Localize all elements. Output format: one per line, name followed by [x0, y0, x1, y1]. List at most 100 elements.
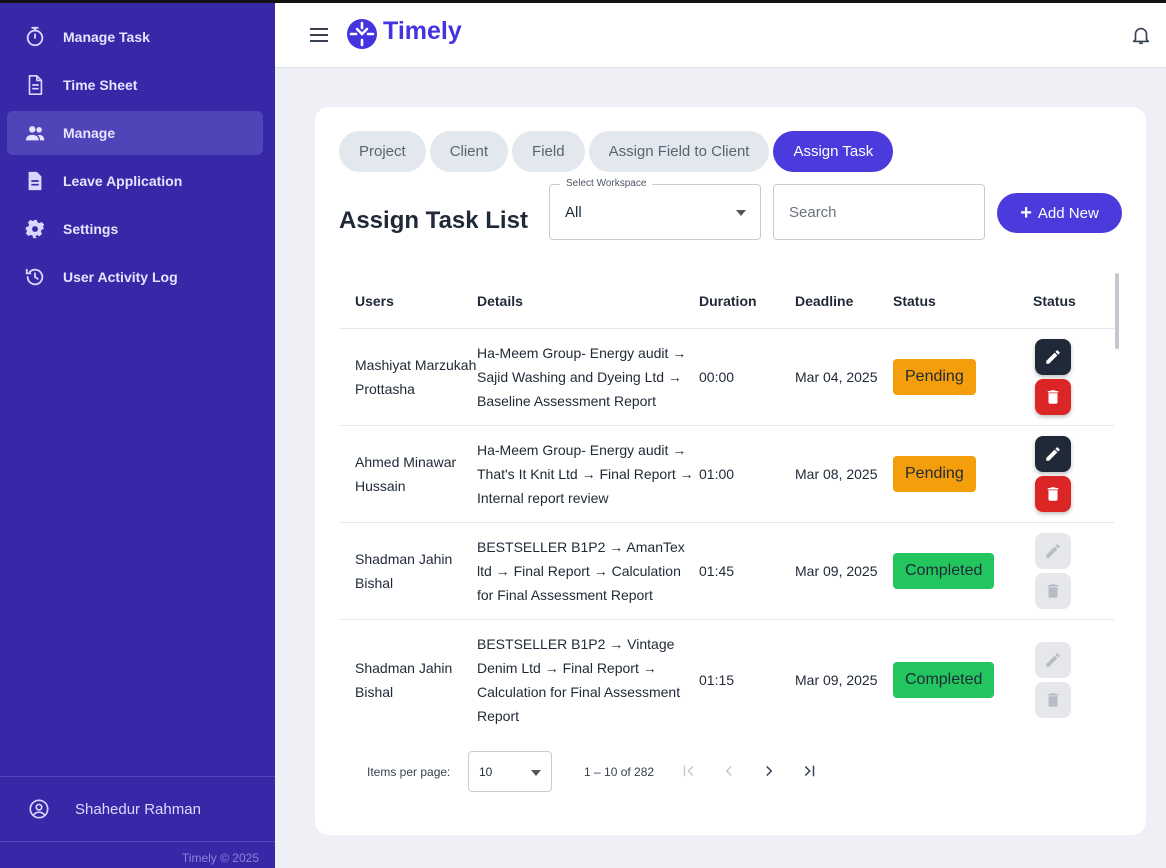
sidebar-item-leave-application[interactable]: Leave Application: [7, 159, 263, 203]
cell-duration: 01:45: [699, 563, 735, 579]
sidebar-item-label: Manage: [63, 125, 116, 141]
page-title: Assign Task List: [339, 207, 528, 234]
status-badge: Pending: [893, 456, 976, 492]
delete-button[interactable]: [1035, 476, 1071, 512]
first-page-icon[interactable]: [677, 759, 701, 783]
tab-field[interactable]: Field: [512, 131, 585, 172]
workspace-select-value: All: [565, 204, 582, 221]
trash-icon: [1047, 390, 1059, 404]
sidebar: Manage Task Time Sheet Manage Leave Appl…: [0, 0, 275, 868]
delete-button-disabled: [1035, 573, 1071, 609]
sidebar-item-manage[interactable]: Manage: [7, 111, 263, 155]
table-row: Shadman Jahin Bishal BESTSELLER B1P2 → V…: [339, 620, 1114, 739]
tab-assign-field-to-client[interactable]: Assign Field to Client: [588, 131, 770, 172]
items-per-page-select[interactable]: 10: [468, 751, 552, 792]
account-circle-icon: [28, 798, 50, 820]
last-page-icon[interactable]: [797, 759, 821, 783]
table-row: Mashiyat Marzukah Prottasha Ha-Meem Grou…: [339, 329, 1114, 426]
delete-button-disabled: [1035, 681, 1071, 718]
tab-bar: Project Client Field Assign Field to Cli…: [339, 131, 894, 172]
table-row: Shadman Jahin Bishal BESTSELLER B1P2 → A…: [339, 523, 1114, 620]
previous-page-icon[interactable]: [717, 759, 741, 783]
tab-assign-task[interactable]: Assign Task: [773, 131, 894, 172]
cell-user: Ahmed Minawar Hussain: [355, 454, 457, 494]
logo-icon: [346, 18, 378, 50]
cell-details: Ha-Meem Group- Energy audit → That's It …: [477, 442, 694, 506]
trash-icon: [1047, 487, 1059, 501]
items-per-page-label: Items per page:: [367, 765, 451, 779]
cell-details: Ha-Meem Group- Energy audit → Sajid Wash…: [477, 345, 687, 409]
caret-down-icon: [736, 210, 746, 216]
workspace-select-label: Select Workspace: [560, 178, 653, 189]
sidebar-item-settings[interactable]: Settings: [7, 207, 263, 251]
delete-button[interactable]: [1035, 379, 1071, 415]
paginator: Items per page: 10 1 – 10 of 282: [367, 751, 827, 793]
cell-details: BESTSELLER B1P2 → Vintage Denim Ltd → Fi…: [477, 635, 681, 724]
cell-duration: 00:00: [699, 369, 735, 385]
add-new-label: Add New: [1037, 204, 1099, 222]
edit-button-disabled: [1035, 641, 1071, 678]
caret-down-icon: [531, 770, 541, 776]
copyright-text: Timely © 2025: [181, 851, 259, 865]
bell-icon[interactable]: [1130, 23, 1152, 47]
file-icon: [23, 169, 47, 193]
column-header-duration: Duration: [699, 292, 757, 309]
page-range-label: 1 – 10 of 282: [584, 765, 655, 779]
trash-icon: [1047, 692, 1059, 707]
next-page-icon[interactable]: [757, 759, 781, 783]
workspace-select[interactable]: Select Workspace All: [549, 178, 761, 240]
pencil-icon: [1046, 652, 1060, 667]
user-name: Shahedur Rahman: [75, 800, 201, 818]
timer-icon: [23, 25, 47, 49]
main-card: Project Client Field Assign Field to Cli…: [315, 107, 1146, 835]
edit-button[interactable]: [1035, 339, 1071, 375]
tab-project[interactable]: Project: [339, 131, 426, 172]
tab-client[interactable]: Client: [429, 131, 509, 172]
table-header: Users Details Duration Deadline Status S…: [339, 273, 1114, 329]
menu-icon[interactable]: [309, 25, 329, 45]
sidebar-item-manage-task[interactable]: Manage Task: [7, 15, 263, 59]
column-header-actions: Status: [1033, 292, 1076, 309]
sidebar-item-label: Manage Task: [63, 29, 150, 45]
cell-duration: 01:00: [699, 466, 735, 482]
sidebar-nav: Manage Task Time Sheet Manage Leave Appl…: [7, 15, 263, 303]
trash-icon: [1047, 584, 1059, 598]
sidebar-item-label: Time Sheet: [63, 77, 138, 93]
add-new-button[interactable]: + Add New: [997, 193, 1122, 233]
cell-deadline: Mar 09, 2025: [795, 563, 878, 579]
sidebar-item-label: Settings: [63, 221, 119, 237]
sidebar-item-label: User Activity Log: [63, 269, 178, 285]
top-header: Timely: [275, 3, 1166, 68]
items-per-page-value: 10: [479, 765, 493, 779]
pencil-icon: [1046, 544, 1060, 558]
people-icon: [23, 121, 47, 145]
column-header-deadline: Deadline: [795, 292, 854, 309]
history-icon: [23, 265, 47, 289]
assign-task-table: Users Details Duration Deadline Status S…: [339, 273, 1114, 739]
app-name: Timely: [383, 17, 462, 45]
gear-icon: [23, 217, 47, 241]
cell-user: Mashiyat Marzukah Prottasha: [355, 357, 477, 397]
cell-details: BESTSELLER B1P2 → AmanTex ltd → Final Re…: [477, 539, 685, 603]
status-badge: Completed: [893, 661, 995, 698]
cell-deadline: Mar 09, 2025: [795, 671, 878, 688]
sidebar-item-time-sheet[interactable]: Time Sheet: [7, 63, 263, 107]
sidebar-user-profile[interactable]: Shahedur Rahman: [0, 776, 275, 842]
table-row: Ahmed Minawar Hussain Ha-Meem Group- Ene…: [339, 426, 1114, 523]
sidebar-item-user-activity-log[interactable]: User Activity Log: [7, 255, 263, 299]
table-scrollbar[interactable]: [1115, 273, 1119, 349]
column-header-details: Details: [477, 292, 523, 309]
status-badge: Completed: [893, 553, 995, 589]
edit-button-disabled: [1035, 533, 1071, 569]
sidebar-item-label: Leave Application: [63, 173, 183, 189]
cell-user: Shadman Jahin Bishal: [355, 659, 453, 700]
pencil-icon: [1046, 447, 1060, 461]
cell-user: Shadman Jahin Bishal: [355, 551, 453, 591]
document-icon: [23, 73, 47, 97]
column-header-status: Status: [893, 292, 936, 309]
pencil-icon: [1046, 350, 1060, 364]
plus-icon: +: [1020, 202, 1032, 224]
edit-button[interactable]: [1035, 436, 1071, 472]
search-input[interactable]: [773, 184, 985, 240]
cell-duration: 01:15: [699, 671, 735, 688]
